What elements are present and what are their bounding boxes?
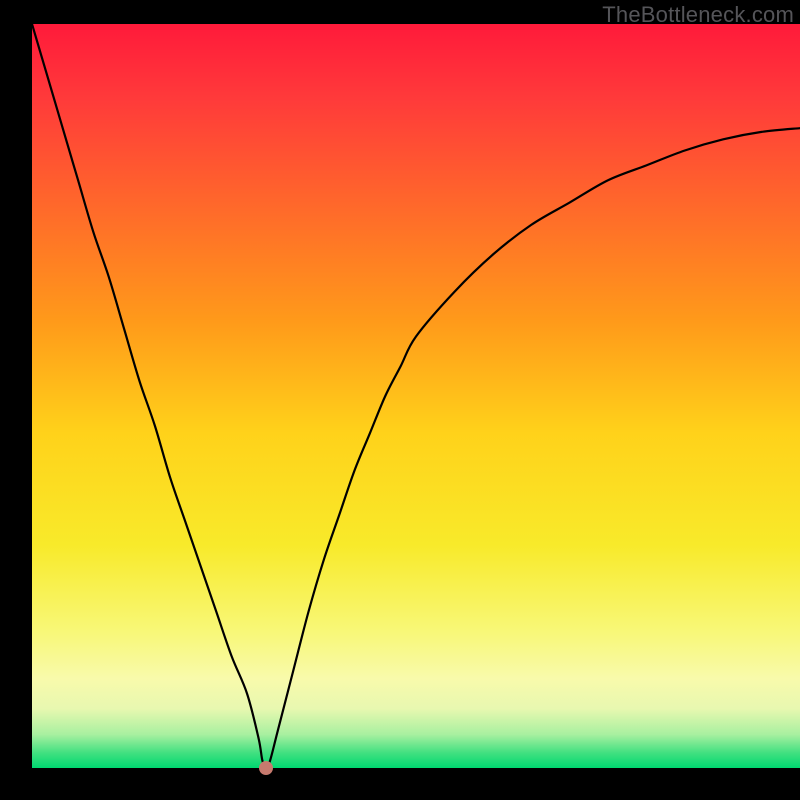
minimum-marker bbox=[259, 761, 273, 775]
plot-area bbox=[32, 24, 800, 768]
bottleneck-curve bbox=[32, 24, 800, 768]
bottleneck-chart: TheBottleneck.com bbox=[32, 0, 800, 768]
